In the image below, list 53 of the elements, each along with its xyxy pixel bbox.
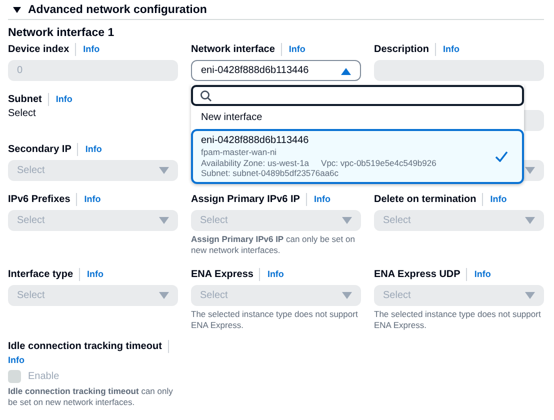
caret-icon	[525, 217, 535, 224]
select-field[interactable]: eni-0428f888d6b113446	[191, 60, 361, 81]
section-title: Network interface 1	[8, 27, 116, 39]
field-label: Subnet	[8, 92, 49, 106]
dropdown-option[interactable]: eni-0428f888d6b113446 fpam-master-wan-ni Availability Zone: us-west-1a Vpc: vpc-0b519e5e4c549b926 Subnet: subnet-0489b5df23576aa6c	[191, 129, 524, 184]
option-label: eni-0428f888d6b113446	[201, 134, 309, 147]
field-label: Delete on termination	[374, 192, 484, 206]
field-label: ENA Express UDP	[374, 268, 468, 280]
caret-icon	[525, 167, 535, 174]
section-header[interactable]: Advanced network configuration	[28, 4, 207, 16]
option-detail: Subnet: subnet-0489b5df23576aa6c	[201, 168, 339, 178]
help-text: Assign Primary IPv6 IP can only be set on new network interfaces.	[191, 234, 356, 256]
field-label: Description	[374, 42, 436, 56]
search-icon	[200, 90, 212, 102]
select-placeholder: Select	[200, 215, 228, 226]
option-detail: Availability Zone: us-west-1a	[201, 158, 310, 168]
select-placeholder: Select	[383, 215, 411, 226]
option-detail: fpam-master-wan-ni	[201, 147, 277, 158]
field-label: Idle connection tracking timeout	[8, 340, 169, 353]
caret-icon	[159, 292, 169, 299]
field-label: ENA Express	[191, 268, 260, 280]
field-label: Network interface	[191, 42, 282, 56]
select-placeholder: Select	[17, 290, 45, 301]
field-label: Interface type	[8, 268, 80, 280]
field-label: Device index	[8, 42, 76, 56]
help-text: The selected instance type does not support ENA Express.	[374, 309, 542, 331]
caret-icon	[341, 68, 351, 75]
select-placeholder: Select	[17, 215, 45, 226]
caret-icon	[525, 292, 535, 299]
search-field[interactable]	[191, 85, 524, 106]
select-value: eni-0428f888d6b113446	[201, 65, 309, 76]
caret-icon	[159, 167, 169, 174]
field-label: IPv6 Prefixes	[8, 192, 78, 206]
field-label: Assign Primary IPv6 IP	[191, 192, 307, 206]
info-link[interactable]: Info	[56, 92, 72, 106]
select-placeholder: Select	[383, 290, 411, 301]
info-link[interactable]: Info	[288, 42, 306, 56]
caret-icon[interactable]	[12, 5, 22, 15]
help-text: The selected instance type does not support ENA Express.	[191, 309, 359, 331]
field-placeholder: 0	[17, 65, 23, 76]
field-label: Secondary IP	[8, 142, 78, 156]
check-icon	[495, 150, 508, 162]
checkbox-label: Enable	[28, 371, 60, 382]
option-label: New interface	[201, 111, 262, 124]
caret-icon	[342, 292, 352, 299]
caret-icon	[342, 217, 352, 224]
dropdown-option[interactable]: New interface	[191, 106, 524, 129]
field-value: Select	[8, 108, 37, 119]
help-text: Idle connection tracking timeout can only be set on new network interfaces.	[8, 386, 174, 408]
option-detail: Vpc: vpc-0b519e5e4c549b926	[321, 158, 436, 168]
select-placeholder: Select	[200, 290, 228, 301]
caret-icon	[159, 217, 169, 224]
select-placeholder: Select	[17, 165, 45, 176]
